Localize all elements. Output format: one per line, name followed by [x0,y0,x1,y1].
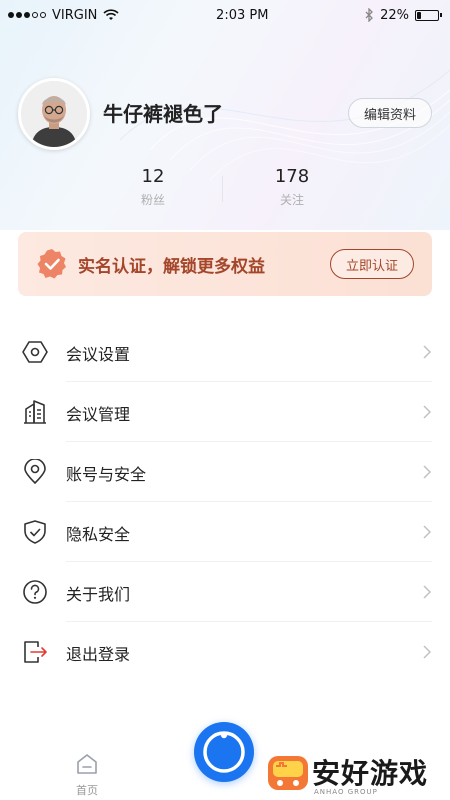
status-bar-right: 22% [365,8,442,23]
hexagon-settings-icon [22,341,48,363]
battery-icon [414,9,442,21]
bluetooth-icon [365,8,373,22]
battery-level-fill [416,11,422,19]
menu-item-logout[interactable]: 退出登录 [0,622,450,682]
following-label: 关注 [279,193,304,207]
question-circle-icon [23,580,47,604]
chevron-right-icon [423,345,432,359]
menu-item-label: 会议设置 [66,345,131,364]
verification-text: 实名认证，解锁更多权益 [78,257,265,277]
wifi-icon [103,9,119,20]
menu-item-privacy-security[interactable]: 隐私安全 [0,502,450,562]
followers-count: 12 [141,166,165,187]
menu-item-label: 关于我们 [66,585,131,604]
watermark-subtext: ANHAO GROUP [314,788,378,796]
verify-now-button[interactable]: 立即认证 [330,249,414,279]
settings-menu: 会议设置 会议管理 账号与安全 隐私安全 关于我们 退出登录 [0,322,450,682]
logout-icon [24,641,47,663]
avatar[interactable] [18,78,90,150]
edit-profile-button[interactable]: 编辑资料 [348,98,432,128]
tab-home-label: 首页 [76,784,98,797]
followers-label: 粉丝 [140,193,165,207]
following-stat[interactable]: 178 关注 [252,166,332,208]
user-portrait-icon [21,81,87,147]
shield-check-icon [24,520,46,544]
menu-item-meeting-settings[interactable]: 会议设置 [0,322,450,382]
verification-banner[interactable]: 实名认证，解锁更多权益 立即认证 [18,232,432,296]
signal-strength-icon [8,12,46,18]
chevron-right-icon [423,465,432,479]
menu-item-account-security[interactable]: 账号与安全 [0,442,450,502]
menu-item-label: 会议管理 [66,405,131,424]
chevron-right-icon [423,525,432,539]
center-action-button[interactable] [194,722,254,782]
status-bar-left: VIRGIN [8,8,119,23]
chevron-right-icon [423,585,432,599]
menu-item-label: 账号与安全 [66,465,147,484]
home-icon [77,754,97,774]
following-count: 178 [274,166,310,187]
building-icon [24,400,46,424]
username: 牛仔裤褪色了 [103,102,223,126]
status-bar: VIRGIN 2:03 PM 22% [0,0,450,30]
record-icon [203,731,245,773]
menu-item-label: 退出登录 [66,645,131,664]
watermark-logo: 安好游戏 ANHAO GROUP [264,748,450,800]
menu-item-about-us[interactable]: 关于我们 [0,562,450,622]
tab-home[interactable]: 首页 [62,752,112,798]
carrier-name: VIRGIN [52,7,98,23]
battery-percentage: 22% [380,7,409,23]
location-pin-icon [24,459,46,484]
verified-badge-icon [37,249,66,279]
watermark-text: 安好游戏 [312,757,429,790]
status-time: 2:03 PM [216,7,269,23]
chevron-right-icon [423,645,432,659]
chevron-right-icon [423,405,432,419]
followers-stat[interactable]: 12 粉丝 [113,166,193,208]
gamepad-logo-icon [268,756,308,790]
stat-divider [222,176,223,202]
menu-item-meeting-management[interactable]: 会议管理 [0,382,450,442]
menu-item-label: 隐私安全 [66,525,131,544]
